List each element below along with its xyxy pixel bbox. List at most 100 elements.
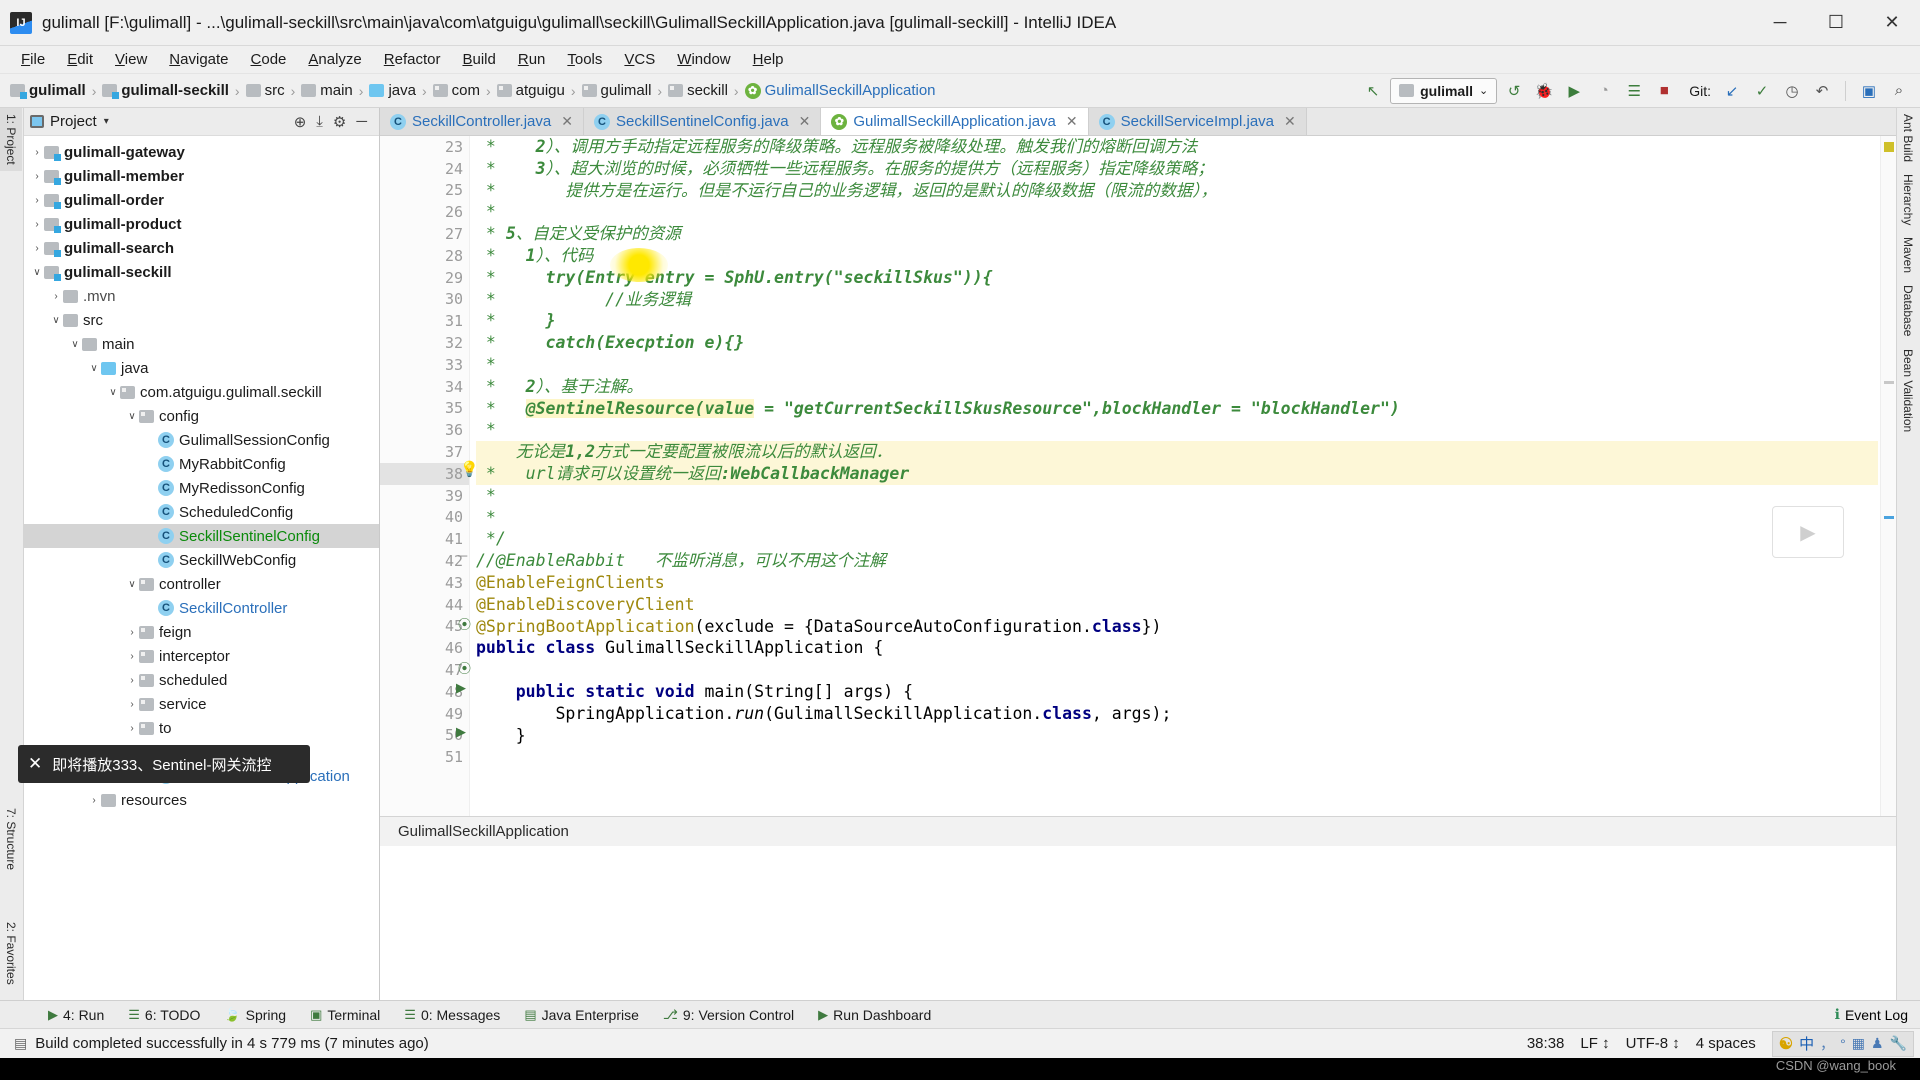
tree-item-gulimall-search[interactable]: ›gulimall-search (24, 236, 379, 260)
code-line[interactable]: public class GulimallSeckillApplication … (476, 637, 1878, 659)
rail-tab-structure[interactable]: 7: Structure (0, 802, 22, 876)
breadcrumb-item-gulimall-seckill[interactable]: gulimall-seckill (102, 82, 229, 99)
git-history-icon[interactable]: ◷ (1779, 78, 1805, 104)
rail-tab-database[interactable]: Database (1897, 279, 1919, 342)
chevron-down-icon[interactable]: ∨ (125, 411, 139, 422)
chevron-right-icon[interactable]: › (125, 675, 139, 686)
tool-window-button-terminal[interactable]: ▣Terminal (298, 1007, 392, 1023)
code-line[interactable]: * catch(Execption e){} (476, 332, 1878, 354)
menu-item-analyze[interactable]: Analyze (297, 49, 372, 70)
run-gutter-icon[interactable]: ▶ (456, 680, 466, 696)
profile-icon[interactable]: ◔ (1591, 78, 1617, 104)
close-icon[interactable]: ✕ (1066, 113, 1078, 130)
chevron-right-icon[interactable]: › (125, 627, 139, 638)
rail-tab-bean-validation[interactable]: Bean Validation (1897, 343, 1919, 438)
menu-item-file[interactable]: File (10, 49, 56, 70)
code-line[interactable]: * 1）、代码 (476, 245, 1878, 267)
debug-icon[interactable]: 🐞 (1531, 78, 1557, 104)
code-line[interactable]: 无论是1,2方式一定要配置被限流以后的默认返回． (476, 441, 1878, 463)
close-icon[interactable]: ✕ (1864, 0, 1920, 46)
back-arrow-icon[interactable]: ↖ (1360, 78, 1386, 104)
chevron-down-icon[interactable]: ▾ (104, 116, 109, 127)
breadcrumb-item-src[interactable]: src (246, 82, 285, 99)
file-encoding[interactable]: UTF-8 ↕ (1626, 1035, 1680, 1052)
tree-item-seckillwebconfig[interactable]: ·CSeckillWebConfig (24, 548, 379, 572)
layout-icon[interactable]: ▣ (1856, 78, 1882, 104)
tree-item-interceptor[interactable]: ›interceptor (24, 644, 379, 668)
run-with-coverage-icon[interactable]: ▶ (1561, 78, 1587, 104)
editor-tab-gulimallseckillapplication[interactable]: ✿GulimallSeckillApplication.java✕ (821, 108, 1088, 135)
tree-item-feign[interactable]: ›feign (24, 620, 379, 644)
code-line[interactable]: public static void main(String[] args) { (476, 681, 1878, 703)
locate-file-icon[interactable]: ⊕ (294, 113, 307, 131)
git-update-icon[interactable]: ↙ (1719, 78, 1745, 104)
tree-item-scheduled[interactable]: ›scheduled (24, 668, 379, 692)
ime-status-widget[interactable]: ☯ 中 ， ° ▦ ♟ 🔧 (1772, 1031, 1914, 1057)
chevron-right-icon[interactable]: › (30, 219, 44, 230)
tool-window-button-run-dashboard[interactable]: ▶Run Dashboard (806, 1007, 943, 1023)
ime-toolbox-icon[interactable]: 🔧 (1890, 1035, 1907, 1052)
code-line[interactable]: * } (476, 310, 1878, 332)
code-line[interactable]: * @SentinelResource(value = "getCurrentS… (476, 398, 1878, 420)
run-configuration-selector[interactable]: gulimall ⌄ (1390, 78, 1497, 104)
ime-language-icon[interactable]: 中 (1799, 1033, 1814, 1054)
code-editor[interactable]: 2324252627282930313233343536373839404142… (380, 136, 1896, 816)
menu-item-refactor[interactable]: Refactor (373, 49, 452, 70)
tree-item-com-atguigu-gulimall-seckill[interactable]: ∨com.atguigu.gulimall.seckill (24, 380, 379, 404)
chevron-right-icon[interactable]: › (30, 171, 44, 182)
ime-punctuation-icon[interactable]: ， (1820, 1034, 1834, 1054)
stop-icon[interactable]: ■ (1651, 78, 1677, 104)
close-icon[interactable]: ✕ (1284, 113, 1296, 130)
tree-item--mvn[interactable]: ›.mvn (24, 284, 379, 308)
chevron-right-icon[interactable]: › (125, 699, 139, 710)
spring-bean-icon[interactable]: ⦿ (458, 658, 471, 677)
tree-item-src[interactable]: ∨src (24, 308, 379, 332)
collapse-all-icon[interactable]: ⤓ (316, 113, 323, 131)
code-line[interactable]: * 3）、超大浏览的时候，必须牺牲一些远程服务。在服务的提供方（远程服务）指定降… (476, 158, 1878, 180)
chevron-right-icon[interactable]: › (49, 291, 63, 302)
code-line[interactable]: * 5、自定义受保护的资源 (476, 223, 1878, 245)
breadcrumb-item-java[interactable]: java (369, 82, 416, 99)
tool-window-button-java-enterprise[interactable]: ▤Java Enterprise (512, 1007, 651, 1023)
chevron-right-icon[interactable]: › (30, 195, 44, 206)
chevron-down-icon[interactable]: ∨ (49, 315, 63, 326)
tree-item-resources[interactable]: ›resources (24, 788, 379, 812)
chevron-down-icon[interactable]: ∨ (106, 387, 120, 398)
attach-debugger-icon[interactable]: ☰ (1621, 78, 1647, 104)
code-line[interactable] (476, 746, 1878, 768)
code-line[interactable]: * try(Entry entry = SphU.entry("seckillS… (476, 267, 1878, 289)
tree-item-service[interactable]: ›service (24, 692, 379, 716)
menu-item-help[interactable]: Help (742, 49, 795, 70)
menu-item-edit[interactable]: Edit (56, 49, 104, 70)
tool-window-button-6-todo[interactable]: ☰6: TODO (116, 1007, 212, 1023)
tree-item-gulimall-seckill[interactable]: ∨gulimall-seckill (24, 260, 379, 284)
code-line[interactable]: @EnableDiscoveryClient (476, 594, 1878, 616)
tree-item-gulimall-product[interactable]: ›gulimall-product (24, 212, 379, 236)
code-line[interactable]: * (476, 201, 1878, 223)
menu-item-run[interactable]: Run (507, 49, 557, 70)
code-line[interactable]: * (476, 354, 1878, 376)
source-code-text[interactable]: * 2）、调用方手动指定远程服务的降级策略。远程服务被降级处理。触发我们的熔断回… (476, 136, 1878, 816)
ime-halfwidth-icon[interactable]: ° (1840, 1036, 1846, 1052)
close-icon[interactable]: ✕ (28, 754, 42, 774)
breadcrumb-item-atguigu[interactable]: atguigu (497, 82, 565, 99)
close-icon[interactable]: ✕ (561, 113, 573, 130)
indent-setting[interactable]: 4 spaces (1696, 1035, 1756, 1052)
tree-item-java[interactable]: ∨java (24, 356, 379, 380)
tree-item-gulimall-member[interactable]: ›gulimall-member (24, 164, 379, 188)
code-line[interactable]: @SpringBootApplication(exclude = {DataSo… (476, 616, 1878, 638)
tree-item-to[interactable]: ›to (24, 716, 379, 740)
tree-item-controller[interactable]: ∨controller (24, 572, 379, 596)
ime-user-icon[interactable]: ♟ (1871, 1035, 1884, 1052)
code-line[interactable]: * 2）、基于注解。 (476, 376, 1878, 398)
code-line[interactable]: @EnableFeignClients (476, 572, 1878, 594)
chevron-down-icon[interactable]: ∨ (125, 579, 139, 590)
tree-item-seckillsentinelconfig[interactable]: ·CSeckillSentinelConfig (24, 524, 379, 548)
git-commit-icon[interactable]: ✓ (1749, 78, 1775, 104)
rail-tab-hierarchy[interactable]: Hierarchy (1897, 168, 1919, 231)
run-icon[interactable]: ↺ (1501, 78, 1527, 104)
editor-tab-seckillcontroller[interactable]: CSeckillController.java✕ (380, 108, 584, 135)
hide-panel-icon[interactable]: ─ (356, 113, 367, 131)
inline-run-widget[interactable]: ▶ (1772, 506, 1844, 558)
breadcrumb-item-com[interactable]: com (433, 82, 480, 99)
